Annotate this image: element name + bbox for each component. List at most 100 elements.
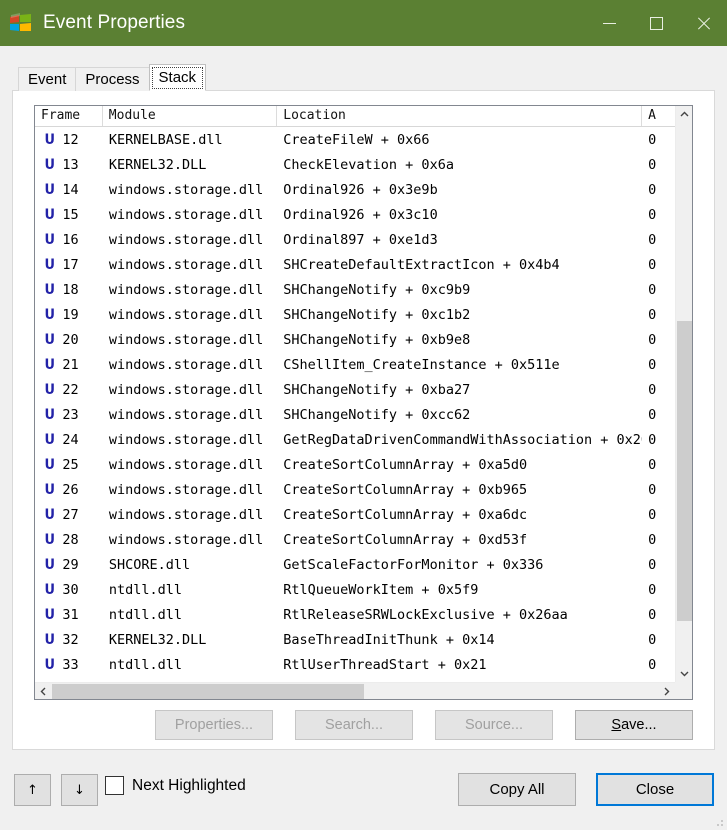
next-event-button[interactable]: ↓ bbox=[61, 774, 98, 806]
maximize-button[interactable] bbox=[633, 0, 680, 46]
previous-event-button[interactable]: ↑ bbox=[14, 774, 51, 806]
checkbox-box[interactable] bbox=[105, 776, 124, 795]
table-row[interactable]: U 28 windows.storage.dll CreateSortColumnAr… bbox=[35, 527, 675, 552]
close-button[interactable] bbox=[680, 0, 727, 46]
table-row[interactable]: U 12 KERNELBASE.dll CreateFileW + 0x66 0 bbox=[35, 127, 675, 152]
cell-module: windows.storage.dll bbox=[108, 206, 264, 223]
stack-tab-page: Frame Module Location A U 12 KERNELBASE.dl… bbox=[12, 90, 715, 750]
properties-button[interactable]: Properties... bbox=[155, 710, 273, 740]
close-icon bbox=[696, 16, 711, 31]
cell-location: SHCreateDefaultExtractIcon + 0x4b4 bbox=[283, 256, 560, 273]
cell-location: CheckElevation + 0x6a bbox=[283, 156, 454, 173]
horizontal-scroll-thumb[interactable] bbox=[52, 684, 364, 699]
cell-a: 0 bbox=[648, 531, 657, 548]
user-mode-frame-icon: U bbox=[44, 556, 55, 573]
cell-frame-number: 28 bbox=[62, 531, 79, 548]
cell-frame-number: 12 bbox=[62, 131, 79, 148]
table-row[interactable]: U 27 windows.storage.dll CreateSortColumnAr… bbox=[35, 502, 675, 527]
cell-frame-number: 31 bbox=[62, 606, 79, 623]
table-row[interactable]: U 25 windows.storage.dll CreateSortColumnAr… bbox=[35, 452, 675, 477]
tab-stack-label: Stack bbox=[158, 69, 197, 86]
column-header-a[interactable]: A bbox=[642, 106, 675, 126]
search-button[interactable]: Search... bbox=[295, 710, 413, 740]
cell-frame-number: 18 bbox=[62, 281, 79, 298]
column-header-location[interactable]: Location bbox=[277, 106, 643, 126]
cell-a: 0 bbox=[648, 556, 657, 573]
table-row[interactable]: U 13 KERNEL32.DLL CheckElevation + 0x6a 0 bbox=[35, 152, 675, 177]
table-row[interactable]: U 20 windows.storage.dll SHChangeNotify + 0… bbox=[35, 327, 675, 352]
cell-frame: U 12 bbox=[35, 132, 103, 148]
table-row[interactable]: U 32 KERNEL32.DLL BaseThreadInitThunk + 0x1… bbox=[35, 627, 675, 652]
maximize-icon bbox=[650, 16, 663, 30]
user-mode-frame-icon: U bbox=[44, 281, 55, 298]
stack-list-horizontal-scrollbar[interactable] bbox=[35, 682, 675, 699]
cell-frame: U 20 bbox=[35, 332, 103, 348]
cell-frame-number: 21 bbox=[62, 356, 79, 373]
table-row[interactable]: U 29 SHCORE.dll GetScaleFactorForMonitor + … bbox=[35, 552, 675, 577]
scroll-right-button[interactable] bbox=[658, 683, 675, 699]
cell-location: CreateSortColumnArray + 0xa6dc bbox=[283, 506, 528, 523]
cell-module: windows.storage.dll bbox=[108, 481, 264, 498]
cell-module: windows.storage.dll bbox=[108, 381, 264, 398]
vertical-scroll-thumb[interactable] bbox=[677, 321, 692, 621]
cell-location: GetScaleFactorForMonitor + 0x336 bbox=[283, 556, 544, 573]
table-row[interactable]: U 21 windows.storage.dll CShellItem_CreateI… bbox=[35, 352, 675, 377]
scroll-up-button[interactable] bbox=[676, 106, 692, 123]
table-row[interactable]: U 16 windows.storage.dll Ordinal897 + 0xe1d… bbox=[35, 227, 675, 252]
column-header-frame[interactable]: Frame bbox=[35, 106, 103, 126]
table-row[interactable]: U 19 windows.storage.dll SHChangeNotify + 0… bbox=[35, 302, 675, 327]
cell-a: 0 bbox=[648, 481, 657, 498]
cell-location: RtlReleaseSRWLockExclusive + 0x26aa bbox=[283, 606, 568, 623]
cell-frame: U 32 bbox=[35, 632, 103, 648]
tab-stack[interactable]: Stack bbox=[148, 64, 207, 91]
cell-frame: U 30 bbox=[35, 582, 103, 598]
cell-frame: U 31 bbox=[35, 607, 103, 623]
user-mode-frame-icon: U bbox=[44, 431, 55, 448]
cell-frame: U 29 bbox=[35, 557, 103, 573]
user-mode-frame-icon: U bbox=[44, 156, 55, 173]
column-header-module[interactable]: Module bbox=[103, 106, 278, 126]
table-row[interactable]: U 17 windows.storage.dll SHCreateDefaultExt… bbox=[35, 252, 675, 277]
table-row[interactable]: U 14 windows.storage.dll Ordinal926 + 0x3e9… bbox=[35, 177, 675, 202]
cell-location: Ordinal926 + 0x3e9b bbox=[283, 181, 438, 198]
table-row[interactable]: U 24 windows.storage.dll GetRegDataDrivenCo… bbox=[35, 427, 675, 452]
cell-frame-number: 20 bbox=[62, 331, 79, 348]
table-row[interactable]: U 31 ntdll.dll RtlReleaseSRWLockExclusive +… bbox=[35, 602, 675, 627]
table-row[interactable]: U 30 ntdll.dll RtlQueueWorkItem + 0x5f9 0 bbox=[35, 577, 675, 602]
save-button[interactable]: Save... bbox=[575, 710, 693, 740]
stack-list-vertical-scrollbar[interactable] bbox=[675, 106, 692, 682]
user-mode-frame-icon: U bbox=[44, 256, 55, 273]
cell-frame-number: 30 bbox=[62, 581, 79, 598]
tab-process[interactable]: Process bbox=[75, 67, 150, 91]
tab-event[interactable]: Event bbox=[18, 67, 77, 91]
table-row[interactable]: U 15 windows.storage.dll Ordinal926 + 0x3c1… bbox=[35, 202, 675, 227]
scroll-left-button[interactable] bbox=[35, 683, 52, 699]
navigation-buttons: ↑ ↓ bbox=[14, 774, 98, 806]
minimize-button[interactable] bbox=[586, 0, 633, 46]
user-mode-frame-icon: U bbox=[44, 631, 55, 648]
cell-frame-number: 17 bbox=[62, 256, 79, 273]
cell-frame: U 24 bbox=[35, 432, 103, 448]
cell-module: windows.storage.dll bbox=[108, 306, 264, 323]
cell-frame: U 18 bbox=[35, 282, 103, 298]
scroll-down-button[interactable] bbox=[676, 665, 692, 682]
cell-a: 0 bbox=[648, 431, 657, 448]
table-row[interactable]: U 23 windows.storage.dll SHChangeNotify + 0… bbox=[35, 402, 675, 427]
source-button[interactable]: Source... bbox=[435, 710, 553, 740]
table-row[interactable]: U 22 windows.storage.dll SHChangeNotify + 0… bbox=[35, 377, 675, 402]
table-row[interactable]: U 26 windows.storage.dll CreateSortColumnAr… bbox=[35, 477, 675, 502]
cell-frame: U 23 bbox=[35, 407, 103, 423]
next-highlighted-checkbox[interactable]: Next Highlighted bbox=[105, 776, 246, 795]
cell-frame: U 15 bbox=[35, 207, 103, 223]
table-row[interactable]: U 33 ntdll.dll RtlUserThreadStart + 0x21 0 bbox=[35, 652, 675, 677]
cell-frame: U 27 bbox=[35, 507, 103, 523]
stack-list[interactable]: Frame Module Location A U 12 KERNELBASE.dl… bbox=[34, 105, 693, 700]
user-mode-frame-icon: U bbox=[44, 306, 55, 323]
copy-all-button[interactable]: Copy All bbox=[458, 773, 576, 806]
cell-frame-number: 16 bbox=[62, 231, 79, 248]
table-row[interactable]: U 18 windows.storage.dll SHChangeNotify + 0… bbox=[35, 277, 675, 302]
resize-grip-icon[interactable] bbox=[713, 816, 725, 828]
close-dialog-button[interactable]: Close bbox=[596, 773, 714, 806]
cell-module: ntdll.dll bbox=[108, 606, 182, 623]
title-bar: Event Properties bbox=[0, 0, 727, 46]
